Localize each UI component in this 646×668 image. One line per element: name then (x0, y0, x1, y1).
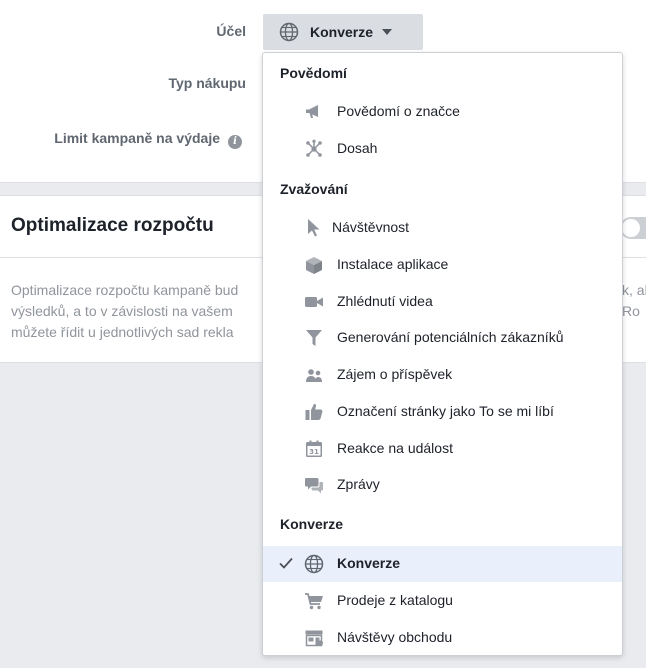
spending-limit-label: Limit kampaně na výdaje i (54, 130, 242, 149)
spending-limit-text: Limit kampaně na výdaje (54, 130, 220, 146)
budget-description-cutoff: k, al Ro (622, 280, 646, 322)
menu-item-label: Zprávy (337, 476, 380, 492)
funnel-icon (304, 328, 324, 348)
menu-item-label: Konverze (337, 555, 401, 571)
video-camera-icon (304, 292, 324, 312)
budget-description-line: k, al (622, 282, 646, 298)
menu-item-label: Instalace aplikace (337, 256, 449, 272)
budget-optimization-toggle[interactable] (620, 217, 646, 239)
menu-item-label: Zájem o příspěvek (337, 366, 453, 382)
group-header-consideration: Zvažování (280, 181, 348, 197)
caret-down-icon (382, 29, 393, 35)
shopping-cart-icon (304, 591, 324, 611)
menu-item-store-visits[interactable]: Návštěvy obchodu (263, 620, 622, 655)
menu-item-label: Generování potenciálních zákazníků (337, 329, 564, 345)
megaphone-icon (304, 102, 324, 122)
menu-item-app-installs[interactable]: Instalace aplikace (263, 247, 622, 283)
budget-description-line: Optimalizace rozpočtu kampaně bud (11, 282, 239, 298)
chat-bubbles-icon (304, 475, 324, 495)
menu-item-label: Povědomí o značce (337, 103, 460, 119)
group-header-awareness: Povědomí (280, 65, 347, 81)
group-header-conversion: Konverze (280, 516, 344, 532)
people-icon (304, 365, 324, 385)
globe-icon (279, 22, 299, 42)
menu-item-post-engagement[interactable]: Zájem o příspěvek (263, 357, 622, 393)
toggle-knob (622, 219, 640, 237)
objective-dropdown-button[interactable]: Konverze (263, 14, 423, 50)
menu-item-label: Návštěvnost (332, 219, 410, 235)
budget-description-line: výsledků, a to v závislosti na vašem (11, 303, 233, 319)
menu-item-label: Reakce na událost (337, 440, 453, 456)
menu-item-label: Zhlédnutí videa (337, 293, 433, 309)
menu-item-conversions[interactable]: Konverze (263, 546, 622, 582)
menu-item-traffic[interactable]: Návštěvnost (263, 210, 622, 246)
budget-description: Optimalizace rozpočtu kampaně bud výsled… (11, 280, 238, 343)
budget-description-line: Ro (622, 303, 640, 319)
menu-item-messages[interactable]: Zprávy (263, 467, 622, 503)
menu-item-page-likes[interactable]: Označení stránky jako To se mi líbí (263, 394, 622, 430)
menu-item-label: Návštěvy obchodu (337, 629, 453, 645)
objective-label: Účel (216, 23, 246, 39)
menu-item-video-views[interactable]: Zhlédnutí videa (263, 284, 622, 320)
reach-network-icon (304, 139, 324, 159)
menu-item-label: Označení stránky jako To se mi líbí (337, 403, 554, 419)
svg-text:31: 31 (309, 448, 319, 456)
store-icon (304, 628, 324, 648)
cube-icon (304, 255, 324, 275)
menu-item-label: Dosah (337, 140, 378, 156)
menu-item-lead-generation[interactable]: Generování potenciálních zákazníků (263, 320, 622, 356)
budget-description-line: můžete řídit u jednotlivých sad rekla (11, 324, 234, 340)
menu-item-event-responses[interactable]: 31 Reakce na událost (263, 431, 622, 467)
objective-value: Konverze (310, 24, 374, 40)
menu-item-brand-awareness[interactable]: Povědomí o značce (263, 94, 622, 130)
budget-optimization-title: Optimalizace rozpočtu (11, 215, 214, 236)
cursor-icon (304, 218, 324, 238)
globe-icon (304, 554, 324, 574)
menu-item-reach[interactable]: Dosah (263, 131, 622, 167)
thumbs-up-icon (304, 402, 324, 422)
objective-dropdown-menu: Povědomí Povědomí o značce Dosah Zvažová… (262, 52, 623, 656)
calendar-icon: 31 (304, 439, 324, 459)
menu-item-catalog-sales[interactable]: Prodeje z katalogu (263, 583, 622, 619)
checkmark-icon (278, 555, 294, 571)
buying-type-label: Typ nákupu (168, 75, 246, 91)
info-icon[interactable]: i (228, 135, 242, 149)
menu-item-label: Prodeje z katalogu (337, 592, 453, 608)
